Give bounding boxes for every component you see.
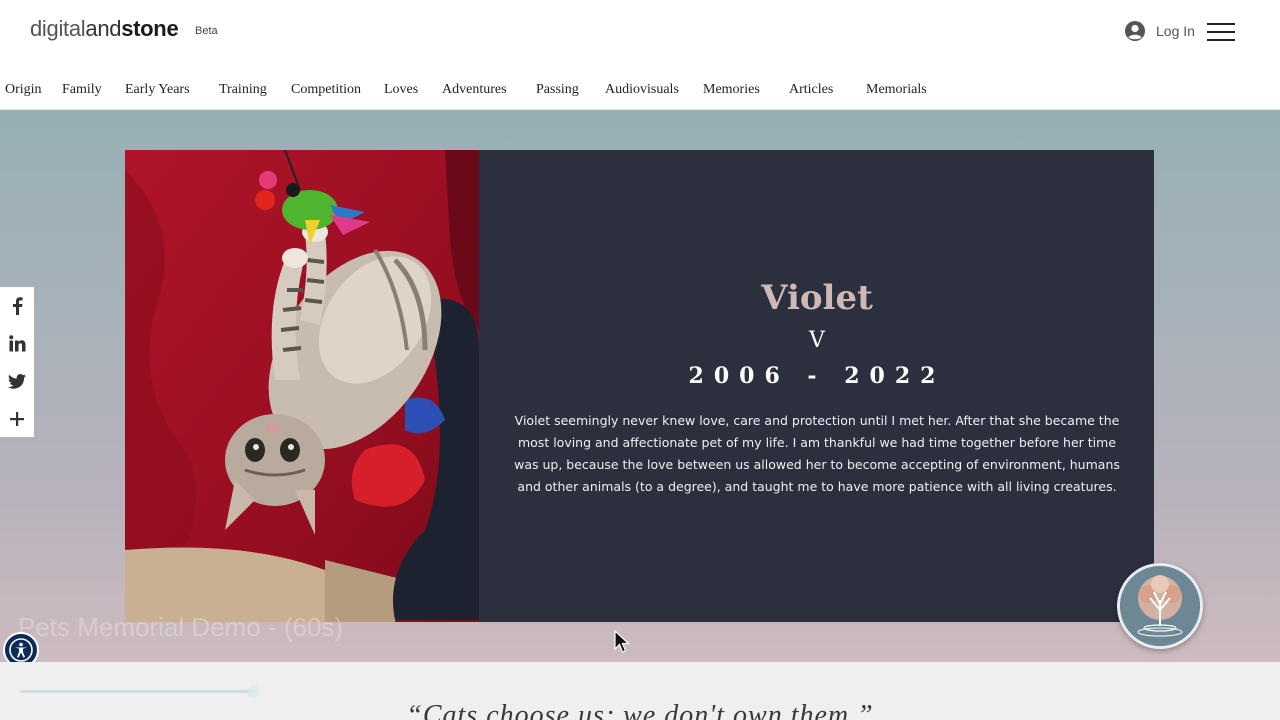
nav-item-origin[interactable]: Origin bbox=[5, 82, 42, 98]
site-header: digitalandstone Beta Log In bbox=[0, 0, 1280, 62]
pet-bio: Violet seemingly never knew love, care a… bbox=[514, 413, 1120, 494]
nav-item-articles[interactable]: Articles bbox=[789, 82, 833, 98]
pet-years: 2006 - 2022 bbox=[688, 363, 946, 389]
hamburger-menu-icon[interactable] bbox=[1207, 21, 1237, 43]
login-button[interactable]: Log In bbox=[1124, 20, 1195, 42]
nav-item-training[interactable]: Training bbox=[219, 82, 267, 98]
nav-item-memories[interactable]: Memories bbox=[703, 82, 760, 98]
video-progress-handle[interactable] bbox=[247, 685, 260, 698]
mouse-cursor-icon bbox=[614, 630, 630, 653]
nav-item-adventures[interactable]: Adventures bbox=[442, 82, 507, 98]
nav-item-audiovisuals[interactable]: Audiovisuals bbox=[605, 82, 679, 98]
facebook-icon[interactable] bbox=[0, 287, 34, 324]
plus-icon[interactable] bbox=[0, 400, 34, 437]
beta-badge: Beta bbox=[195, 25, 218, 37]
nav-item-competition[interactable]: Competition bbox=[291, 82, 361, 98]
linkedin-icon[interactable] bbox=[0, 325, 34, 362]
share-bar bbox=[0, 287, 34, 437]
logo-part-and: and bbox=[85, 16, 122, 41]
video-progress-track[interactable] bbox=[20, 690, 255, 693]
pet-name: Violet bbox=[761, 278, 873, 318]
nav-item-loves[interactable]: Loves bbox=[384, 82, 418, 98]
user-avatar-icon bbox=[1125, 21, 1145, 41]
logo-part-stone: stone bbox=[121, 16, 179, 41]
pet-photo bbox=[125, 150, 479, 622]
site-logo[interactable]: digitalandstone bbox=[30, 16, 179, 42]
nav-item-passing[interactable]: Passing bbox=[536, 82, 579, 98]
twitter-icon[interactable] bbox=[0, 363, 34, 400]
login-label: Log In bbox=[1156, 23, 1195, 39]
nav-item-family[interactable]: Family bbox=[62, 82, 102, 98]
tree-of-life-logo[interactable] bbox=[1117, 563, 1203, 649]
video-title-overlay: Pets Memorial Demo - (60s) bbox=[18, 612, 344, 642]
quote-text: “Cats choose us; we don't own them.” bbox=[406, 700, 874, 720]
nav-item-memorials[interactable]: Memorials bbox=[866, 82, 927, 98]
main-nav: Origin Family Early Years Training Compe… bbox=[0, 62, 1280, 110]
pet-initial: V bbox=[809, 328, 825, 353]
logo-part-digital: digital bbox=[30, 16, 86, 41]
nav-item-early-years[interactable]: Early Years bbox=[125, 82, 190, 98]
